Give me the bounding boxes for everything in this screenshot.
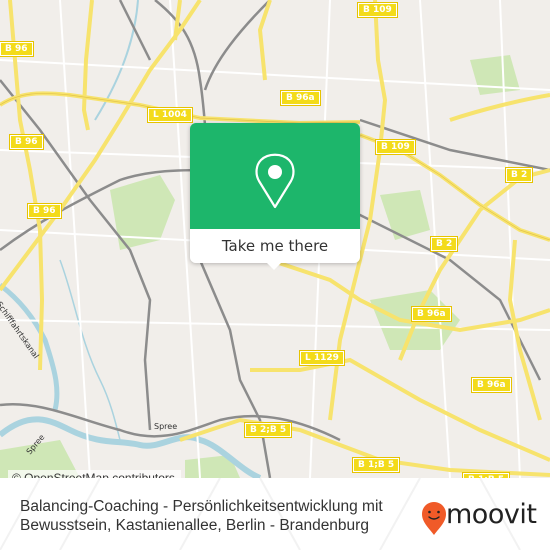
water-label: Spree: [154, 422, 178, 431]
place-title: Balancing-Coaching - Persönlichkeitsentw…: [20, 498, 383, 534]
road-shield: B 96a: [411, 306, 452, 322]
location-pin-icon: [255, 153, 295, 209]
road-shield: B 2: [504, 167, 534, 183]
popup-pointer: [266, 262, 282, 270]
road-shield: B 2: [429, 236, 459, 252]
road-shield: B 96: [0, 41, 34, 57]
location-popup: Take me there: [190, 123, 360, 270]
road-shield: L 1129: [299, 350, 345, 366]
road-shield: B 109: [357, 2, 398, 18]
road-shield: B 96: [27, 203, 62, 219]
road-shield: B 2;B 5: [243, 422, 293, 438]
moovit-logo-icon: [422, 502, 446, 535]
moovit-wordmark: moovit: [446, 499, 537, 530]
road-shield: L 1004: [147, 107, 193, 123]
road-shield: B 96a: [471, 377, 512, 393]
road-shield: B 96: [9, 134, 44, 150]
take-me-there-button[interactable]: Take me there: [190, 229, 360, 263]
road-shield: B 1;B 5: [351, 457, 401, 473]
road-shield: B 109: [375, 139, 416, 155]
road-shield: B 96a: [280, 90, 321, 106]
